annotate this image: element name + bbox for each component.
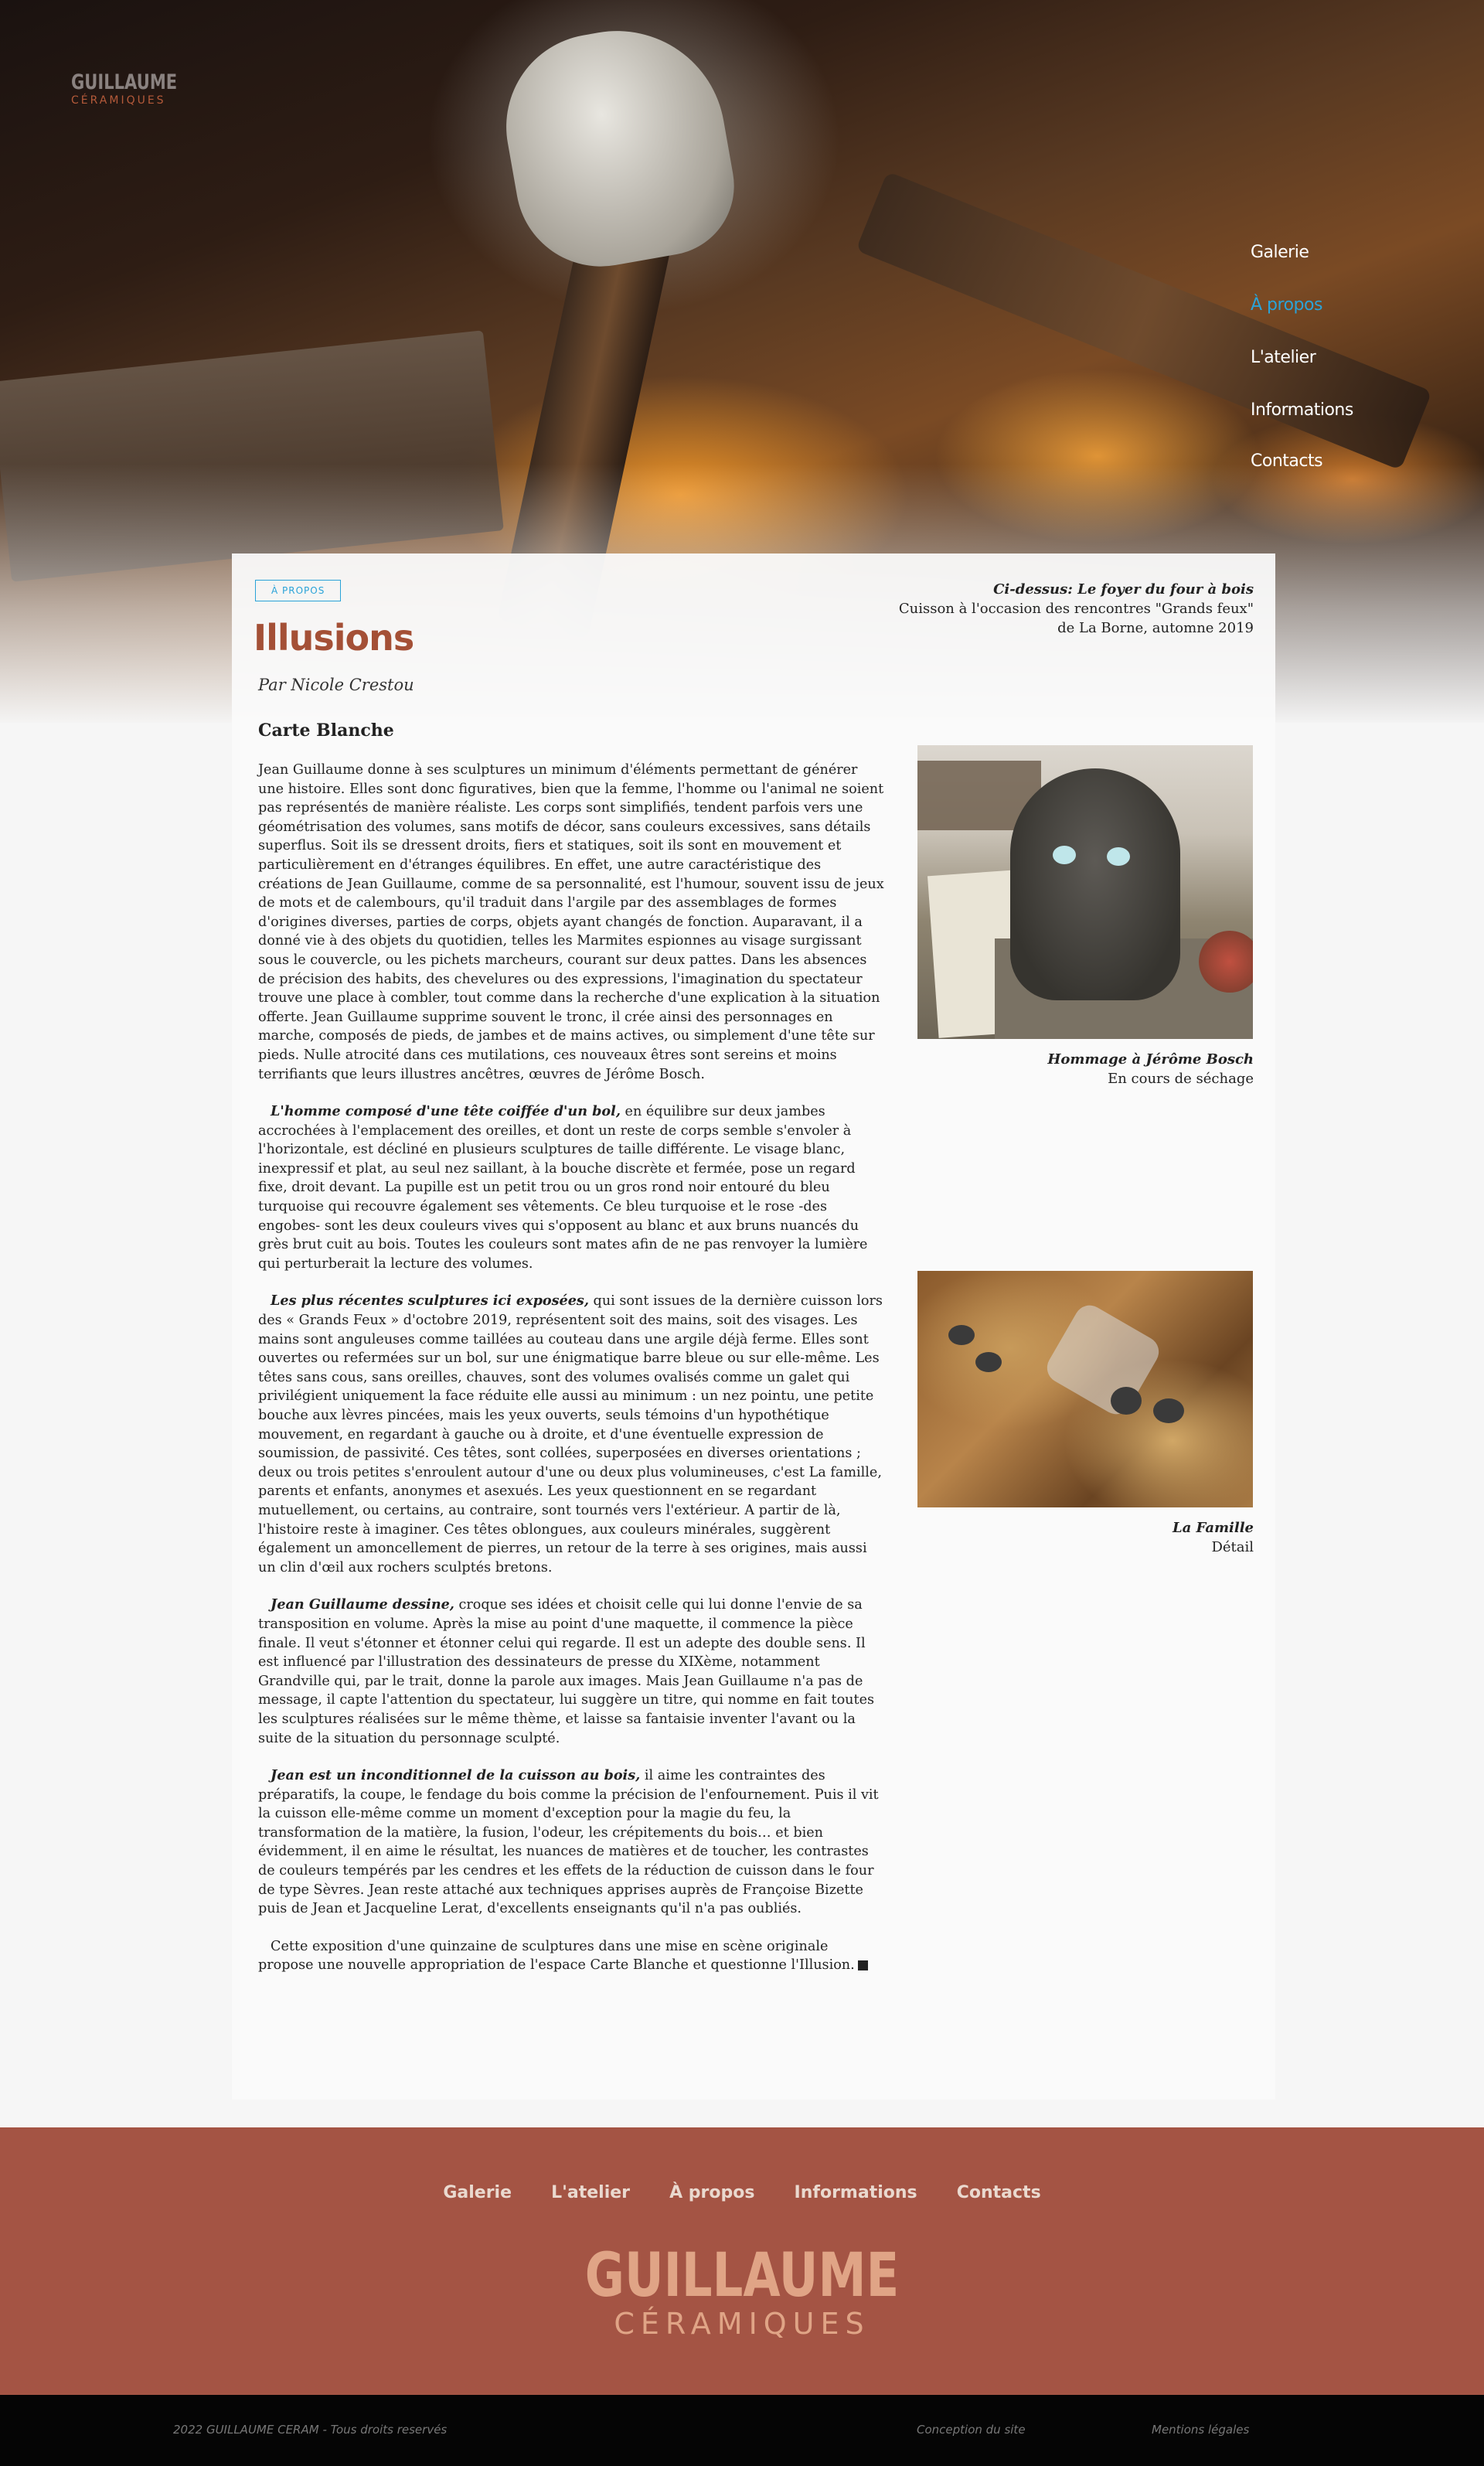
section-heading: Carte Blanche bbox=[258, 720, 394, 741]
site-logo[interactable]: GUILLAUME CÉRAMIQUES bbox=[71, 71, 210, 107]
hero-caption: Ci-dessus: Le foyer du four à bois Cuiss… bbox=[852, 580, 1254, 638]
sculpture-eye bbox=[1107, 847, 1130, 866]
paragraph: Jean est un inconditionnel de la cuisson… bbox=[258, 1766, 887, 1919]
paragraph: Jean Guillaume dessine, croque ses idées… bbox=[258, 1596, 887, 1748]
nav-galerie[interactable]: Galerie bbox=[1251, 240, 1353, 292]
sculpture-eye bbox=[948, 1325, 975, 1345]
footer-logo-top: GUILLAUME bbox=[584, 2241, 900, 2311]
photo-la-famille[interactable] bbox=[917, 1271, 1253, 1507]
site-footer: Galerie L'atelier À propos Informations … bbox=[0, 2127, 1484, 2395]
footer-logo[interactable]: GUILLAUME CÉRAMIQUES bbox=[0, 2243, 1484, 2339]
nav-informations[interactable]: Informations bbox=[1251, 397, 1353, 448]
end-mark-icon bbox=[857, 1960, 868, 1970]
hero-caption-title: Ci-dessus: Le foyer du four à bois bbox=[993, 581, 1254, 598]
legal-link[interactable]: Mentions légales bbox=[1152, 2423, 1249, 2437]
photo-bowl bbox=[1199, 931, 1253, 993]
paragraph-text: en équilibre sur deux jambes accrochées … bbox=[258, 1104, 868, 1272]
nav-contacts[interactable]: Contacts bbox=[1251, 448, 1353, 501]
paragraph-lead: Jean est un inconditionnel de la cuisson… bbox=[271, 1767, 641, 1784]
main-nav: Galerie À propos L'atelier Informations … bbox=[1251, 240, 1353, 501]
category-tag[interactable]: À PROPOS bbox=[255, 580, 342, 601]
paragraph-lead: Les plus récentes sculptures ici exposée… bbox=[271, 1293, 589, 1310]
sculpture-eye bbox=[975, 1352, 1002, 1372]
paragraph-lead: Jean Guillaume dessine, bbox=[271, 1596, 454, 1613]
sculpture-eye bbox=[1111, 1387, 1142, 1415]
footer-nav-a-propos[interactable]: À propos bbox=[669, 2183, 754, 2202]
byline: Par Nicole Crestou bbox=[258, 676, 414, 694]
article-body: Jean Guillaume donne à ses sculptures un… bbox=[258, 761, 887, 1994]
hero-caption-line: de La Borne, automne 2019 bbox=[1057, 620, 1254, 636]
footer-nav-contacts[interactable]: Contacts bbox=[957, 2183, 1041, 2202]
bottom-bar: 2022 GUILLAUME CERAM - Tous droits reser… bbox=[0, 2395, 1484, 2466]
page-title: Illusions bbox=[254, 617, 414, 659]
paragraph-text: croque ses idées et choisit celle qui lu… bbox=[258, 1597, 875, 1746]
figure-caption-title: Hommage à Jérôme Bosch bbox=[1047, 1051, 1254, 1068]
footer-nav: Galerie L'atelier À propos Informations … bbox=[0, 2183, 1484, 2202]
paragraph-text: il aime les contraintes des préparatifs,… bbox=[258, 1768, 879, 1917]
logo-top-text: GUILLAUME bbox=[71, 70, 178, 94]
footer-logo-bottom: CÉRAMIQUES bbox=[614, 2307, 870, 2341]
paragraph-text: qui sont issues de la dernière cuisson l… bbox=[258, 1293, 883, 1575]
photo-sculpture bbox=[1010, 768, 1180, 1000]
figure-caption-subtitle: Détail bbox=[1211, 1539, 1254, 1555]
credits-link[interactable]: Conception du site bbox=[917, 2423, 1026, 2437]
hero-glove bbox=[492, 13, 745, 281]
hero-caption-line: Cuisson à l'occasion des rencontres "Gra… bbox=[898, 601, 1254, 617]
article-card: À PROPOS Illusions Par Nicole Crestou Ca… bbox=[232, 553, 1275, 2100]
paragraph: Les plus récentes sculptures ici exposée… bbox=[258, 1292, 887, 1577]
copyright-text: 2022 GUILLAUME CERAM - Tous droits reser… bbox=[173, 2423, 448, 2437]
photo-gap bbox=[1041, 1299, 1165, 1420]
figure-caption: La Famille Détail bbox=[1173, 1518, 1254, 1557]
nav-a-propos[interactable]: À propos bbox=[1251, 292, 1353, 345]
paragraph-text: Cette exposition d'une quinzaine de scul… bbox=[258, 1938, 855, 1974]
photo-hommage-bosch[interactable] bbox=[917, 745, 1253, 1039]
figure-caption: Hommage à Jérôme Bosch En cours de sécha… bbox=[1047, 1050, 1254, 1088]
paragraph: L'homme composé d'une tête coiffée d'un … bbox=[258, 1102, 887, 1273]
paragraph: Jean Guillaume donne à ses sculptures un… bbox=[258, 762, 884, 1082]
figure-caption-subtitle: En cours de séchage bbox=[1108, 1071, 1254, 1087]
footer-nav-atelier[interactable]: L'atelier bbox=[551, 2183, 630, 2202]
paragraph-lead: L'homme composé d'une tête coiffée d'un … bbox=[271, 1103, 621, 1120]
nav-atelier[interactable]: L'atelier bbox=[1251, 345, 1353, 397]
footer-nav-galerie[interactable]: Galerie bbox=[443, 2183, 512, 2202]
sculpture-eye bbox=[1053, 846, 1076, 864]
figure-caption-title: La Famille bbox=[1172, 1520, 1254, 1536]
logo-bottom-text: CÉRAMIQUES bbox=[71, 94, 166, 107]
paragraph: Cette exposition d'une quinzaine de scul… bbox=[258, 1937, 887, 1975]
sculpture-eye bbox=[1153, 1398, 1184, 1423]
footer-nav-informations[interactable]: Informations bbox=[795, 2183, 917, 2202]
